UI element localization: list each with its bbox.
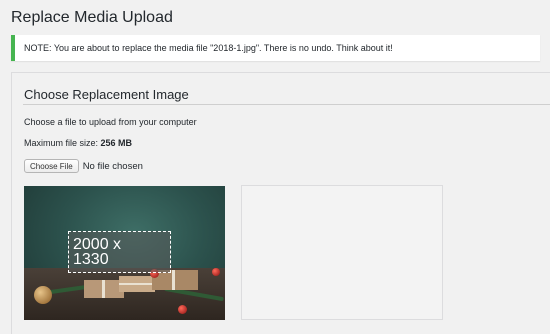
max-file-size-label: Maximum file size: [24, 138, 101, 148]
page-title: Replace Media Upload [11, 9, 173, 26]
current-image-preview: 2000 x 1330 [24, 186, 225, 320]
upload-help-text: Choose a file to upload from your comput… [24, 117, 197, 127]
image-dimensions-height: 1330 [73, 251, 109, 268]
replace-warning-notice: NOTE: You are about to replace the media… [11, 35, 540, 61]
choose-file-button[interactable]: Choose File [24, 159, 79, 173]
section-divider [23, 104, 550, 105]
image-dimensions-overlay: 2000 x 1330 [68, 231, 171, 273]
file-input[interactable]: Choose File No file chosen [24, 159, 143, 173]
preview-gift-box [84, 280, 124, 298]
file-status-text: No file chosen [82, 160, 143, 172]
image-dimensions-width: 2000 x [73, 236, 122, 253]
preview-gift-box [119, 276, 155, 292]
preview-ornament [212, 268, 220, 276]
preview-ornament [178, 305, 187, 314]
max-file-size: Maximum file size: 256 MB [24, 138, 132, 148]
max-file-size-value: 256 MB [100, 138, 133, 148]
new-image-preview-placeholder [241, 185, 443, 320]
section-title: Choose Replacement Image [24, 87, 189, 102]
preview-ornament [34, 286, 52, 304]
